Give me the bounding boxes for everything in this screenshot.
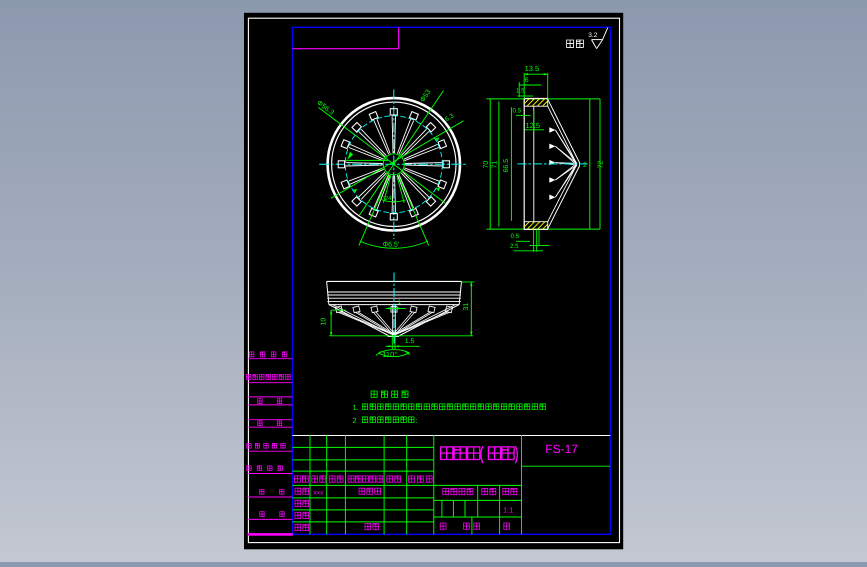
svg-text:FS-17: FS-17 — [545, 442, 578, 456]
svg-text:0.5: 0.5 — [511, 233, 520, 240]
svg-text:10: 10 — [321, 318, 328, 326]
svg-text:6: 6 — [525, 77, 529, 84]
svg-text:110°: 110° — [382, 350, 397, 359]
svg-text:xxx: xxx — [314, 489, 325, 496]
svg-text:2.5: 2.5 — [510, 243, 519, 250]
svg-text:1: 1 — [398, 299, 402, 306]
svg-text:13.5: 13.5 — [525, 64, 540, 73]
svg-text:70: 70 — [483, 161, 490, 169]
svg-text:1.5: 1.5 — [405, 338, 415, 345]
svg-text:1.5: 1.5 — [516, 88, 525, 95]
svg-text:31: 31 — [463, 303, 470, 311]
svg-text:72: 72 — [598, 161, 605, 169]
svg-text:2: 2 — [583, 162, 587, 169]
svg-text:0.5: 0.5 — [513, 108, 522, 115]
svg-text:Φ6.5′: Φ6.5′ — [383, 242, 400, 249]
svg-text:71: 71 — [492, 161, 499, 169]
svg-text:2: 2 — [353, 416, 357, 425]
svg-text:1.: 1. — [353, 403, 359, 412]
svg-text::: : — [416, 416, 418, 425]
svg-text:12.5: 12.5 — [526, 121, 541, 130]
svg-text:3°24′: 3°24′ — [379, 195, 393, 202]
svg-text:3.2: 3.2 — [588, 32, 597, 39]
svg-text:66.5: 66.5 — [503, 159, 510, 173]
svg-text:1:1: 1:1 — [503, 506, 513, 515]
